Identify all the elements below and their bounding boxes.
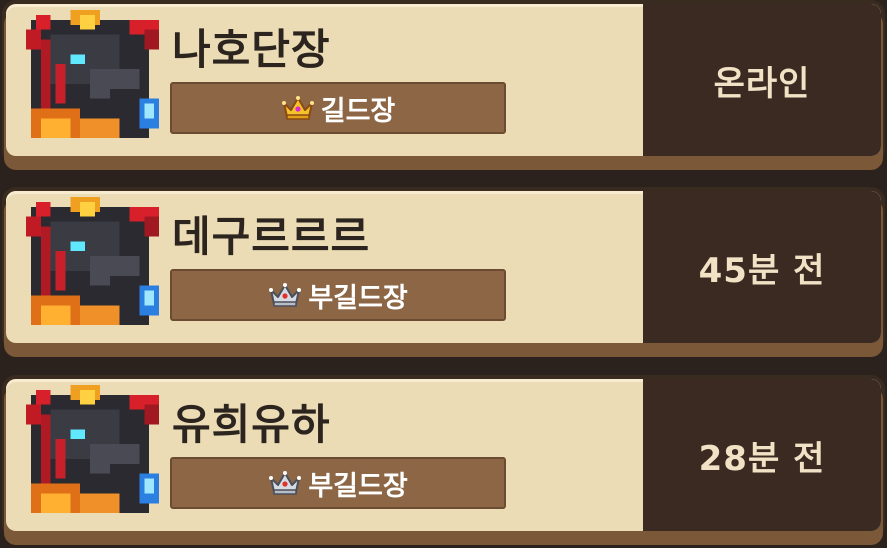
rank-label: 길드장 xyxy=(320,95,396,127)
online-status: 온라인 xyxy=(713,63,811,104)
gold-crown-icon xyxy=(281,96,314,120)
status-panel: 45분 전 xyxy=(643,191,881,343)
member-card[interactable]: 나호단장 길드장 온라인 xyxy=(0,0,887,172)
rank-label: 부길드장 xyxy=(308,470,408,502)
silver-crown-icon xyxy=(269,471,302,495)
status-panel: 온라인 xyxy=(643,4,881,156)
card-body: 유희유하 부길드장 28분 전 xyxy=(6,379,881,531)
rank-badge: 길드장 xyxy=(170,82,506,134)
rank-badge: 부길드장 xyxy=(170,457,506,509)
member-name: 데구르르르 xyxy=(172,212,371,261)
silver-crown-icon xyxy=(269,283,302,307)
card-body: 나호단장 길드장 온라인 xyxy=(6,4,881,156)
member-name: 유희유하 xyxy=(172,400,331,449)
guild-member-list: 나호단장 길드장 온라인 데구르르르 부길드장 45분 전 유희유하 부길드장 … xyxy=(0,0,887,548)
member-name: 나호단장 xyxy=(172,25,331,74)
member-card[interactable]: 유희유하 부길드장 28분 전 xyxy=(0,375,887,547)
dragon-avatar-icon xyxy=(20,197,170,335)
rank-badge: 부길드장 xyxy=(170,269,506,321)
dragon-avatar-icon xyxy=(20,10,170,148)
dragon-avatar-icon xyxy=(20,385,170,523)
status-panel: 28분 전 xyxy=(643,379,881,531)
last-seen-status: 45분 전 xyxy=(698,250,826,291)
last-seen-status: 28분 전 xyxy=(698,438,826,479)
rank-label: 부길드장 xyxy=(308,282,408,314)
member-card[interactable]: 데구르르르 부길드장 45분 전 xyxy=(0,187,887,359)
card-body: 데구르르르 부길드장 45분 전 xyxy=(6,191,881,343)
